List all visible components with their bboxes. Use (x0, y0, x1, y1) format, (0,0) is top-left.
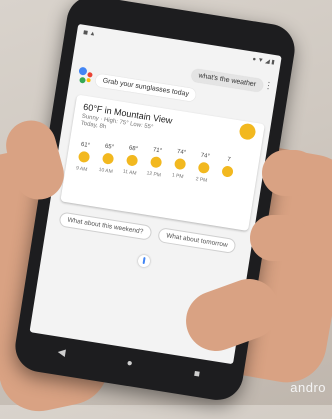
finger-right (262, 150, 318, 196)
user-query-bubble: what's the weather (190, 68, 264, 93)
mic-icon[interactable] (137, 254, 151, 268)
forecast-temp: 71° (152, 147, 163, 155)
current-sun-icon (238, 122, 257, 141)
forecast-item: 7 (214, 155, 241, 182)
forecast-temp: 61° (80, 141, 91, 150)
system-icons: ● ▼ ◢ ▮ (251, 56, 276, 66)
forecast-time: 11 AM (122, 168, 137, 177)
forecast-temp: 74° (200, 152, 211, 161)
assistant-logo-icon (77, 66, 95, 85)
forecast-temp: 74° (176, 148, 187, 157)
sun-icon (173, 157, 186, 171)
forecast-time: 1 PM (171, 172, 184, 181)
forecast-time: 12 PM (146, 170, 162, 179)
sun-icon (197, 161, 210, 174)
recents-icon[interactable]: ■ (193, 368, 201, 380)
status-bar: ◼ ▲ ● ▼ ◢ ▮ (76, 24, 282, 70)
sun-icon (149, 155, 162, 169)
sun-icon (125, 154, 138, 167)
home-icon[interactable]: ● (126, 357, 134, 369)
sun-icon (220, 165, 234, 178)
forecast-temp: 7 (226, 156, 231, 164)
suggestion-chip-tomorrow[interactable]: What about tomorrow (157, 227, 237, 255)
notification-icons: ◼ ▲ (82, 29, 96, 38)
back-icon[interactable]: ◀ (57, 346, 66, 358)
forecast-time (214, 179, 238, 183)
forecast-time: 9 AM (75, 165, 88, 174)
watermark: andro (290, 380, 326, 395)
forecast-item: 74° 2 PM (189, 151, 217, 184)
suggestion-chip-weekend[interactable]: What about this weekend? (58, 211, 153, 241)
forecast-time: 2 PM (195, 176, 208, 184)
forecast-time: 10 AM (98, 166, 114, 176)
sun-icon (77, 150, 90, 164)
forecast-temp: 68° (128, 145, 139, 153)
assistant-greeting-bubble: Grab your sunglasses today (94, 73, 197, 103)
hourly-forecast: 61° 9 AM 65° 10 AM 68° 11 AM 71° 12 PM 7… (65, 131, 255, 227)
forecast-temp: 65° (104, 143, 115, 151)
more-options-icon[interactable]: ⋮ (263, 80, 273, 92)
sun-icon (101, 152, 114, 165)
finger-right-lower (250, 215, 308, 261)
weather-card[interactable]: 60°F in Mountain View Sunny · High: 75° … (60, 94, 265, 231)
